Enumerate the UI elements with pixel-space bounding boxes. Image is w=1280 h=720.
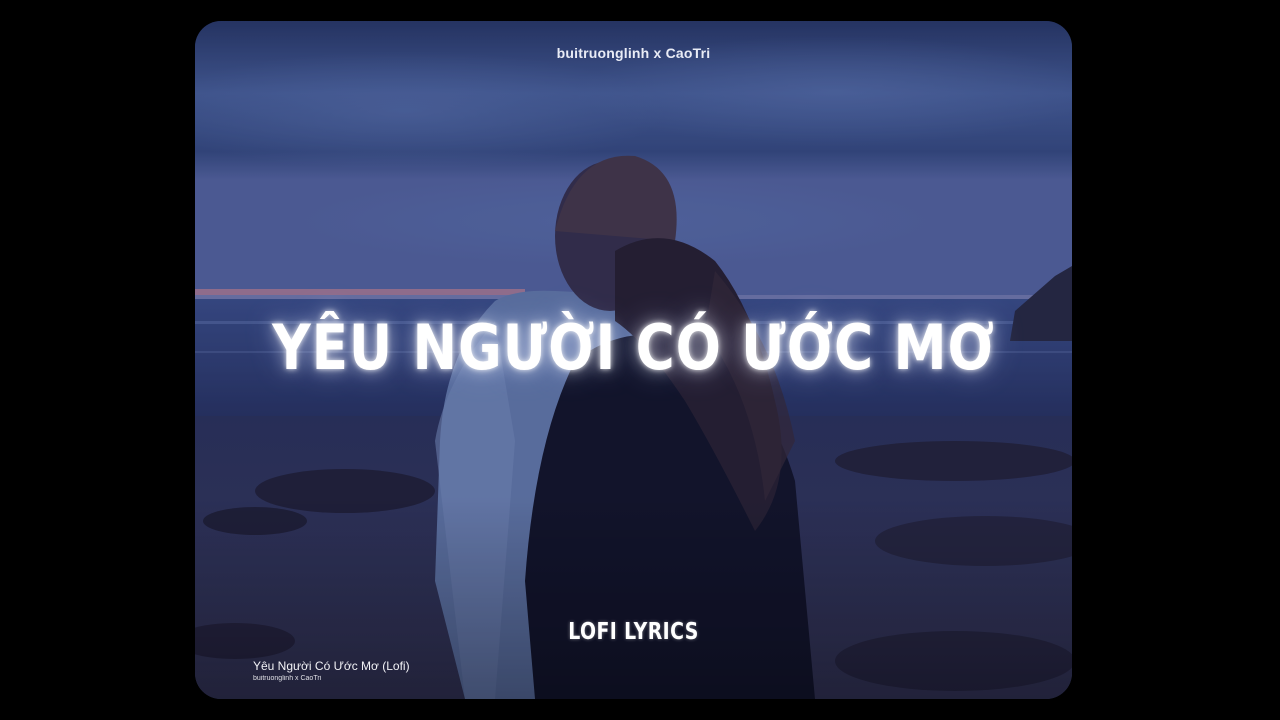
song-title: YÊU NGƯỜI CÓ ƯỚC MƠ (272, 311, 995, 384)
now-playing-title: Yêu Người Có Ước Mơ (Lofi) (253, 659, 410, 673)
artists-header: buitruonglinh x CaoTri (556, 45, 711, 61)
now-playing-info: Yêu Người Có Ước Mơ (Lofi) buitruonglinh… (253, 659, 410, 683)
channel-label: LOFI LYRICS (568, 619, 699, 645)
now-playing-artist: buitruonglinh x CaoTri (253, 675, 322, 682)
video-frame: buitruonglinh x CaoTri YÊU NGƯỜI CÓ ƯỚC … (195, 21, 1072, 699)
